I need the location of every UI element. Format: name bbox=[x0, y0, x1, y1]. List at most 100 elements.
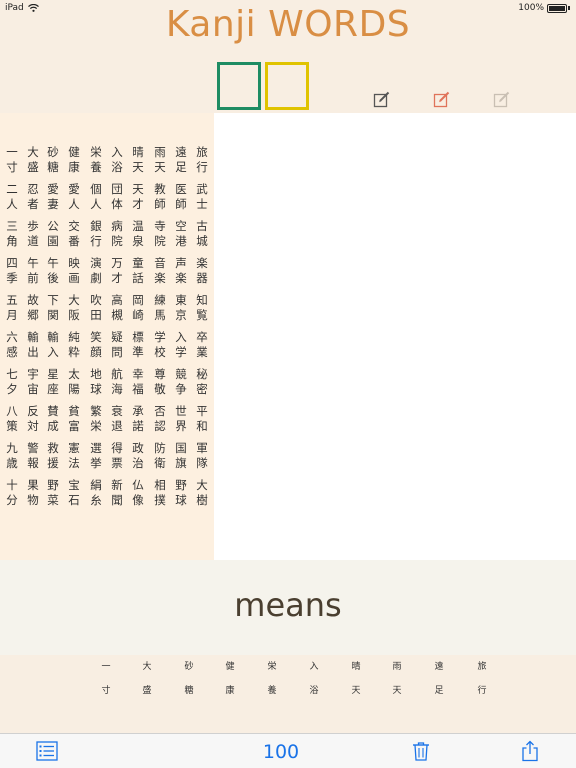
kanji-word[interactable]: 学校 bbox=[153, 330, 167, 360]
kanji-word[interactable]: 宝石 bbox=[67, 478, 81, 508]
kanji-word[interactable]: 星座 bbox=[46, 367, 60, 397]
kanji-word[interactable]: 愛人 bbox=[67, 182, 81, 212]
edit-light-icon[interactable] bbox=[493, 90, 511, 108]
kanji-word[interactable]: 古城 bbox=[195, 219, 209, 249]
kanji-word[interactable]: 万才 bbox=[110, 256, 124, 286]
kanji-word[interactable]: 吹田 bbox=[89, 293, 103, 323]
kanji-word[interactable]: 野球 bbox=[174, 478, 188, 508]
kanji-word[interactable]: 空港 bbox=[174, 219, 188, 249]
kanji-word[interactable]: 平和 bbox=[195, 404, 209, 434]
trash-icon[interactable] bbox=[410, 740, 432, 762]
kanji-word[interactable]: 音楽 bbox=[153, 256, 167, 286]
kanji-word[interactable]: 絹糸 bbox=[89, 478, 103, 508]
kanji-word[interactable]: 七夕 bbox=[5, 367, 19, 397]
kanji-word[interactable]: 公園 bbox=[46, 219, 60, 249]
kanji-word[interactable]: 晴天 bbox=[131, 145, 145, 175]
kanji-word[interactable]: 三角 bbox=[5, 219, 19, 249]
kanji-word[interactable]: 標準 bbox=[131, 330, 145, 360]
kanji-word[interactable]: 愛妻 bbox=[46, 182, 60, 212]
kanji-word[interactable]: 野菜 bbox=[46, 478, 60, 508]
kanji-word[interactable]: 国旗 bbox=[174, 441, 188, 471]
kanji-word[interactable]: 声楽 bbox=[174, 256, 188, 286]
kanji-word[interactable]: 楽器 bbox=[195, 256, 209, 286]
kanji-word[interactable]: 練馬 bbox=[153, 293, 167, 323]
kanji-word[interactable]: 映画 bbox=[67, 256, 81, 286]
edit-red-icon[interactable] bbox=[433, 90, 451, 108]
kanji-word[interactable]: 防衛 bbox=[153, 441, 167, 471]
kanji-word[interactable]: 地球 bbox=[89, 367, 103, 397]
kanji-word[interactable]: 輸入 bbox=[46, 330, 60, 360]
drawing-canvas[interactable] bbox=[214, 113, 576, 560]
kanji-word[interactable]: 宇宙 bbox=[26, 367, 40, 397]
kanji-word[interactable]: 承諾 bbox=[131, 404, 145, 434]
kanji-word[interactable]: 下関 bbox=[46, 293, 60, 323]
kanji-word[interactable]: 栄養 bbox=[89, 145, 103, 175]
share-icon[interactable] bbox=[519, 740, 541, 762]
kanji-word[interactable]: 高槻 bbox=[110, 293, 124, 323]
kanji-word[interactable]: 競争 bbox=[174, 367, 188, 397]
kanji-word[interactable]: 入浴 bbox=[110, 145, 124, 175]
kanji-word[interactable]: 航海 bbox=[110, 367, 124, 397]
kanji-word[interactable]: 岡崎 bbox=[131, 293, 145, 323]
kanji-word[interactable]: 団体 bbox=[110, 182, 124, 212]
kanji-word[interactable]: 大盛 bbox=[26, 145, 40, 175]
kanji-word[interactable]: 天才 bbox=[131, 182, 145, 212]
kanji-word[interactable]: 貧富 bbox=[67, 404, 81, 434]
kanji-word[interactable]: 憲法 bbox=[67, 441, 81, 471]
kanji-word[interactable]: 入学 bbox=[174, 330, 188, 360]
kanji-word[interactable]: 警報 bbox=[26, 441, 40, 471]
kanji-word[interactable]: 五月 bbox=[5, 293, 19, 323]
kanji-word[interactable]: 旅行 bbox=[195, 145, 209, 175]
kanji-word[interactable]: 選挙 bbox=[89, 441, 103, 471]
kanji-word[interactable]: 否認 bbox=[153, 404, 167, 434]
kanji-word[interactable]: 八策 bbox=[5, 404, 19, 434]
kanji-word[interactable]: 大樹 bbox=[195, 478, 209, 508]
kanji-word[interactable]: 十分 bbox=[5, 478, 19, 508]
kanji-word[interactable]: 一寸 bbox=[5, 145, 19, 175]
kanji-word[interactable]: 個人 bbox=[89, 182, 103, 212]
kanji-word[interactable]: 忍者 bbox=[26, 182, 40, 212]
kanji-word[interactable]: 銀行 bbox=[89, 219, 103, 249]
kanji-word[interactable]: 九歳 bbox=[5, 441, 19, 471]
kanji-word[interactable]: 教師 bbox=[153, 182, 167, 212]
kanji-word[interactable]: 大阪 bbox=[67, 293, 81, 323]
kanji-word[interactable]: 純粋 bbox=[67, 330, 81, 360]
kanji-word[interactable]: 新聞 bbox=[110, 478, 124, 508]
kanji-word[interactable]: 交番 bbox=[67, 219, 81, 249]
kanji-word[interactable]: 尊敬 bbox=[153, 367, 167, 397]
kanji-word[interactable]: 四季 bbox=[5, 256, 19, 286]
kanji-word[interactable]: 雨天 bbox=[153, 145, 167, 175]
kanji-word[interactable]: 遠足 bbox=[174, 145, 188, 175]
kanji-word[interactable]: 果物 bbox=[26, 478, 40, 508]
kanji-word[interactable]: 繁栄 bbox=[89, 404, 103, 434]
kanji-word[interactable]: 太陽 bbox=[67, 367, 81, 397]
kanji-word[interactable]: 幸福 bbox=[131, 367, 145, 397]
kanji-word[interactable]: 病院 bbox=[110, 219, 124, 249]
kanji-word[interactable]: 六感 bbox=[5, 330, 19, 360]
kanji-word[interactable]: 医師 bbox=[174, 182, 188, 212]
kanji-word[interactable]: 秘密 bbox=[195, 367, 209, 397]
kanji-slot-2[interactable] bbox=[265, 62, 309, 110]
kanji-word[interactable]: 午後 bbox=[46, 256, 60, 286]
kanji-word[interactable]: 疑問 bbox=[110, 330, 124, 360]
kanji-word[interactable]: 武士 bbox=[195, 182, 209, 212]
kanji-word[interactable]: 故郷 bbox=[26, 293, 40, 323]
kanji-word[interactable]: 輸出 bbox=[26, 330, 40, 360]
kanji-word[interactable]: 衰退 bbox=[110, 404, 124, 434]
kanji-word[interactable]: 寺院 bbox=[153, 219, 167, 249]
kanji-word[interactable]: 反対 bbox=[26, 404, 40, 434]
kanji-word[interactable]: 知覧 bbox=[195, 293, 209, 323]
kanji-slot-1[interactable] bbox=[217, 62, 261, 110]
kanji-word[interactable]: 相撲 bbox=[153, 478, 167, 508]
kanji-word[interactable]: 世界 bbox=[174, 404, 188, 434]
kanji-word[interactable]: 二人 bbox=[5, 182, 19, 212]
kanji-word[interactable]: 政治 bbox=[131, 441, 145, 471]
kanji-word[interactable]: 仏像 bbox=[131, 478, 145, 508]
kanji-word[interactable]: 歩道 bbox=[26, 219, 40, 249]
kanji-word[interactable]: 賛成 bbox=[46, 404, 60, 434]
kanji-word[interactable]: 救援 bbox=[46, 441, 60, 471]
kanji-word[interactable]: 温泉 bbox=[131, 219, 145, 249]
kanji-word[interactable]: 健康 bbox=[67, 145, 81, 175]
kanji-word[interactable]: 砂糖 bbox=[46, 145, 60, 175]
kanji-word[interactable]: 軍隊 bbox=[195, 441, 209, 471]
